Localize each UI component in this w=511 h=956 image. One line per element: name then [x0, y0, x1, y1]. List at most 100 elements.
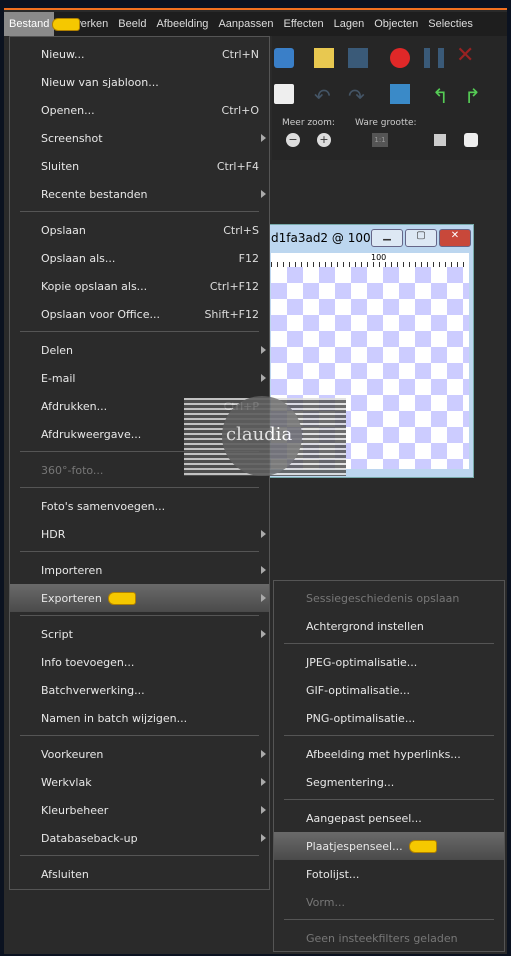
menu-item-label: Sessiegeschiedenis opslaan [306, 591, 460, 605]
menu-item-hdr[interactable]: HDR [10, 520, 269, 548]
browser-icon[interactable] [274, 48, 294, 68]
menu-aanpassen[interactable]: Aanpassen [213, 12, 278, 36]
menu-item-label: Geen insteekfilters geladen [306, 931, 458, 945]
menu-item-screenshot[interactable]: Screenshot [10, 124, 269, 152]
menu-item-opslaan[interactable]: Opslaan Ctrl+S [10, 216, 269, 244]
menu-item-voorkeuren[interactable]: Voorkeuren [10, 740, 269, 768]
menu-item-werkvlak[interactable]: Werkvlak [10, 768, 269, 796]
pointing-hand-icon [408, 839, 437, 853]
menu-item-sessiegeschiedenis-opslaan: Sessiegeschiedenis opslaan [274, 584, 504, 612]
record-icon[interactable] [390, 48, 410, 68]
menu-item-sluiten[interactable]: Sluiten Ctrl+F4 [10, 152, 269, 180]
menu-lagen[interactable]: Lagen [329, 12, 370, 36]
menu-item-label: Voorkeuren [41, 747, 104, 761]
redo-icon[interactable]: ↷ [348, 84, 368, 108]
menu-item-kleurbeheer[interactable]: Kleurbeheer [10, 796, 269, 824]
maximize-button[interactable]: ▢ [405, 229, 437, 247]
menu-item-label: Afdrukken... [41, 399, 108, 413]
menu-item-opslaan-voor-office[interactable]: Opslaan voor Office... Shift+F12 [10, 300, 269, 328]
menu-item-namen-in-batch-wijzigen[interactable]: Namen in batch wijzigen... [10, 704, 269, 732]
submenu-arrow-icon [261, 374, 266, 382]
menu-item-label: HDR [41, 527, 66, 541]
undo-icon[interactable]: ↶ [314, 84, 334, 108]
menu-item-databaseback-up[interactable]: Databaseback-up [10, 824, 269, 852]
submenu-arrow-icon [261, 750, 266, 758]
actual-size-label: Ware grootte: [355, 118, 417, 128]
menu-separator [10, 732, 269, 740]
menu-selecties[interactable]: Selecties [423, 12, 478, 36]
menu-item-fotolijst[interactable]: Fotolijst... [274, 860, 504, 888]
menu-item-label: Databaseback-up [41, 831, 138, 845]
menu-item-label: Afsluiten [41, 867, 89, 881]
pointing-hand-icon [52, 18, 80, 31]
submenu-arrow-icon [261, 566, 266, 574]
menu-item-aangepast-penseel[interactable]: Aangepast penseel... [274, 804, 504, 832]
submenu-arrow-icon [261, 630, 266, 638]
zoom-out-icon[interactable]: − [286, 133, 300, 147]
menu-item-label: Script [41, 627, 73, 641]
actual-size-button[interactable]: 1:1 [372, 133, 388, 147]
menu-item-achtergrond-instellen[interactable]: Achtergrond instellen [274, 612, 504, 640]
menu-item-nieuw[interactable]: Nieuw... Ctrl+N [10, 40, 269, 68]
menu-item-afsluiten[interactable]: Afsluiten [10, 860, 269, 888]
pause-icon[interactable] [424, 48, 444, 68]
menu-item-nieuw-van-sjabloon[interactable]: Nieuw van sjabloon... [10, 68, 269, 96]
menu-bar: Bestand Bewerken Beeld Afbeelding Aanpassen E… [4, 12, 507, 36]
menu-item-label: Werkvlak [41, 775, 92, 789]
menu-item-label: Afdrukweergave... [41, 427, 142, 441]
menu-item-batchverwerking[interactable]: Batchverwerking... [10, 676, 269, 704]
submenu-arrow-icon [261, 594, 266, 602]
shortcut-label: F12 [238, 251, 259, 265]
export-submenu: Sessiegeschiedenis opslaan Achtergrond in… [273, 580, 505, 952]
minimize-button[interactable]: ▁ [371, 229, 403, 247]
print-icon[interactable] [274, 84, 294, 104]
menu-item-segmentering[interactable]: Segmentering... [274, 768, 504, 796]
menu-beeld[interactable]: Beeld [113, 12, 151, 36]
menu-afbeelding[interactable]: Afbeelding [151, 12, 213, 36]
shortcut-label: Ctrl+N [221, 47, 259, 61]
menu-item-foto-s-samenvoegen[interactable]: Foto's samenvoegen... [10, 492, 269, 520]
menu-bestand[interactable]: Bestand [4, 12, 80, 36]
menu-item-gif-optimalisatie[interactable]: GIF-optimalisatie... [274, 676, 504, 704]
menu-separator [10, 328, 269, 336]
menu-item-e-mail[interactable]: E-mail [10, 364, 269, 392]
menu-effecten[interactable]: Effecten [278, 12, 328, 36]
menu-item-vorm: Vorm... [274, 888, 504, 916]
menu-item-recente-bestanden[interactable]: Recente bestanden [10, 180, 269, 208]
menu-objecten[interactable]: Objecten [369, 12, 423, 36]
menu-item-jpeg-optimalisatie[interactable]: JPEG-optimalisatie... [274, 648, 504, 676]
menu-item-label: Plaatjespenseel... [306, 839, 403, 853]
menu-item-plaatjespenseel[interactable]: Plaatjespenseel... [274, 832, 504, 860]
menu-item-geen-insteekfilters-geladen: Geen insteekfilters geladen [274, 924, 504, 952]
close-button[interactable]: ✕ [439, 229, 471, 247]
fullscreen-icon[interactable] [464, 133, 478, 147]
fit-icon[interactable] [434, 134, 446, 146]
menu-item-kopie-opslaan-als[interactable]: Kopie opslaan als... Ctrl+F12 [10, 272, 269, 300]
submenu-arrow-icon [261, 806, 266, 814]
menu-separator [10, 208, 269, 216]
menu-item-script[interactable]: Script [10, 620, 269, 648]
menu-item-label: Exporteren [41, 591, 102, 605]
menu-item-afbeelding-met-hyperlinks[interactable]: Afbeelding met hyperlinks... [274, 740, 504, 768]
menu-item-delen[interactable]: Delen [10, 336, 269, 364]
menu-item-openen[interactable]: Openen... Ctrl+O [10, 96, 269, 124]
menu-item-importeren[interactable]: Importeren [10, 556, 269, 584]
menu-item-opslaan-als[interactable]: Opslaan als... F12 [10, 244, 269, 272]
menu-item-label: Segmentering... [306, 775, 395, 789]
rotate-left-icon[interactable]: ↰ [432, 84, 452, 108]
open-folder-icon[interactable] [314, 48, 334, 68]
stop-icon[interactable] [348, 48, 368, 68]
menu-separator [10, 548, 269, 556]
watermark-logo: claudia [184, 396, 346, 476]
menu-item-label: PNG-optimalisatie... [306, 711, 416, 725]
zoom-in-icon[interactable]: + [317, 133, 331, 147]
menu-separator [10, 612, 269, 620]
delete-icon[interactable]: ✕ [456, 45, 476, 67]
zoom-more-label: Meer zoom: [282, 118, 335, 128]
resize-icon[interactable] [390, 84, 410, 104]
rotate-right-icon[interactable]: ↱ [464, 84, 484, 108]
menu-separator [274, 640, 504, 648]
menu-item-png-optimalisatie[interactable]: PNG-optimalisatie... [274, 704, 504, 732]
menu-item-info-toevoegen[interactable]: Info toevoegen... [10, 648, 269, 676]
menu-item-exporteren[interactable]: Exporteren [10, 584, 269, 612]
